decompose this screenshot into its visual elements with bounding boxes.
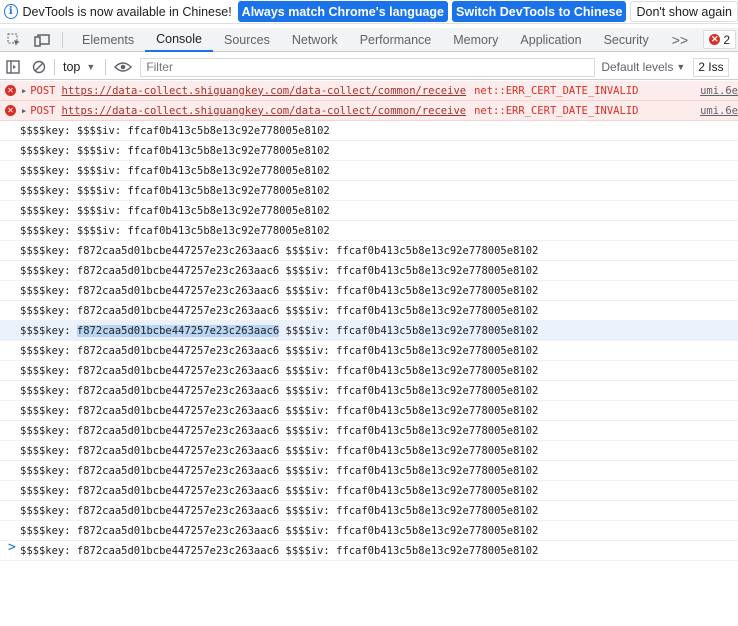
tab-network[interactable]: Network [281, 28, 349, 52]
console-log-row: $$$$key: f872caa5d01bcbe447257e23c263aac… [0, 401, 738, 421]
log-levels-label: Default levels [601, 60, 674, 74]
context-selector[interactable]: top ▼ [57, 60, 101, 74]
log-levels-dropdown[interactable]: Default levels ▼ [601, 60, 685, 74]
console-log-row: $$$$key: f872caa5d01bcbe447257e23c263aac… [0, 241, 738, 261]
tab-security[interactable]: Security [593, 28, 660, 52]
error-icon: ✕ [5, 85, 16, 96]
infobar-message: DevTools is now available in Chinese! [22, 4, 232, 19]
context-label: top [63, 60, 81, 74]
inspect-element-icon[interactable] [0, 28, 28, 52]
console-messages: ✕ ▶ POST https://data-collect.shiguangke… [0, 81, 738, 561]
expand-triangle-icon[interactable]: ▶ [22, 87, 26, 95]
request-url-link[interactable]: https://data-collect.shiguangkey.com/dat… [62, 105, 467, 117]
console-log-row: $$$$key: f872caa5d01bcbe447257e23c263aac… [0, 441, 738, 461]
dont-show-again-button[interactable]: Don't show again [630, 1, 738, 22]
expand-triangle-icon[interactable]: ▶ [22, 107, 26, 115]
request-url-link[interactable]: https://data-collect.shiguangkey.com/dat… [62, 85, 467, 97]
console-log-row: $$$$key: f872caa5d01bcbe447257e23c263aac… [0, 301, 738, 321]
console-log-row: $$$$key: f872caa5d01bcbe447257e23c263aac… [0, 341, 738, 361]
network-error-text: net::ERR_CERT_DATE_INVALID [474, 84, 639, 97]
more-tabs-chevron-icon[interactable]: >> [660, 32, 700, 48]
tab-console[interactable]: Console [145, 28, 213, 52]
show-sidebar-icon[interactable] [0, 55, 26, 79]
error-icon: ✕ [709, 34, 721, 45]
language-infobar: i DevTools is now available in Chinese! … [0, 0, 738, 24]
devtools-tabbar: Elements Console Sources Network Perform… [0, 28, 738, 52]
chevron-down-icon: ▼ [676, 62, 686, 72]
tab-application[interactable]: Application [509, 28, 592, 52]
toolbar-divider [105, 59, 107, 75]
match-language-button[interactable]: Always match Chrome's language [237, 1, 449, 22]
live-expression-eye-icon[interactable] [110, 55, 136, 79]
error-count-badge[interactable]: ✕ 2 [703, 30, 736, 49]
chevron-down-icon: ▼ [86, 62, 96, 72]
clear-console-icon[interactable] [26, 55, 52, 79]
console-log-row: $$$$key: f872caa5d01bcbe447257e23c263aac… [0, 521, 738, 541]
console-toolbar: top ▼ Default levels ▼ 2 Iss [0, 55, 738, 80]
issues-counter[interactable]: 2 Iss [693, 57, 729, 77]
filter-input[interactable] [140, 57, 596, 77]
tab-sources[interactable]: Sources [213, 28, 281, 52]
console-log-row-selected: $$$$key: f872caa5d01bcbe447257e23c263aac… [0, 321, 738, 341]
request-method: POST [30, 84, 56, 97]
console-error-row[interactable]: ✕ ▶ POST https://data-collect.shiguangke… [0, 81, 738, 101]
console-log-row: $$$$key: f872caa5d01bcbe447257e23c263aac… [0, 461, 738, 481]
console-log-row: $$$$key: $$$$iv: ffcaf0b413c5b8e13c92e77… [0, 201, 738, 221]
error-icon: ✕ [5, 105, 16, 116]
source-link[interactable]: umi.6e [700, 85, 738, 97]
info-icon: i [4, 4, 18, 19]
console-log-row: $$$$key: $$$$iv: ffcaf0b413c5b8e13c92e77… [0, 181, 738, 201]
tab-memory[interactable]: Memory [442, 28, 509, 52]
console-prompt-icon[interactable]: > [8, 540, 16, 555]
tab-elements[interactable]: Elements [71, 28, 145, 52]
selected-text[interactable]: f872caa5d01bcbe447257e23c263aac6 [76, 324, 280, 337]
console-log-row: $$$$key: f872caa5d01bcbe447257e23c263aac… [0, 541, 738, 561]
console-log-row: $$$$key: f872caa5d01bcbe447257e23c263aac… [0, 421, 738, 441]
console-log-row: $$$$key: f872caa5d01bcbe447257e23c263aac… [0, 381, 738, 401]
console-log-row: $$$$key: $$$$iv: ffcaf0b413c5b8e13c92e77… [0, 161, 738, 181]
console-error-row[interactable]: ✕ ▶ POST https://data-collect.shiguangke… [0, 101, 738, 121]
tab-performance[interactable]: Performance [349, 28, 443, 52]
log-iv-suffix: $$$$iv: ffcaf0b413c5b8e13c92e778005e8102 [279, 324, 539, 337]
console-log-row: $$$$key: f872caa5d01bcbe447257e23c263aac… [0, 481, 738, 501]
request-method: POST [30, 104, 56, 117]
switch-language-button[interactable]: Switch DevTools to Chinese [452, 1, 627, 22]
console-log-row: $$$$key: f872caa5d01bcbe447257e23c263aac… [0, 261, 738, 281]
console-log-row: $$$$key: $$$$iv: ffcaf0b413c5b8e13c92e77… [0, 121, 738, 141]
toolbar-divider [54, 59, 55, 75]
source-link[interactable]: umi.6e [700, 105, 738, 117]
device-toolbar-icon[interactable] [28, 28, 56, 52]
console-log-row: $$$$key: f872caa5d01bcbe447257e23c263aac… [0, 501, 738, 521]
error-count: 2 [723, 32, 730, 47]
console-log-row: $$$$key: $$$$iv: ffcaf0b413c5b8e13c92e77… [0, 141, 738, 161]
network-error-text: net::ERR_CERT_DATE_INVALID [474, 104, 639, 117]
console-log-row: $$$$key: $$$$iv: ffcaf0b413c5b8e13c92e77… [0, 221, 738, 241]
console-log-row: $$$$key: f872caa5d01bcbe447257e23c263aac… [0, 361, 738, 381]
console-log-row: $$$$key: f872caa5d01bcbe447257e23c263aac… [0, 281, 738, 301]
toolbar-divider [62, 31, 63, 48]
log-key-prefix: $$$$key: [20, 324, 77, 337]
